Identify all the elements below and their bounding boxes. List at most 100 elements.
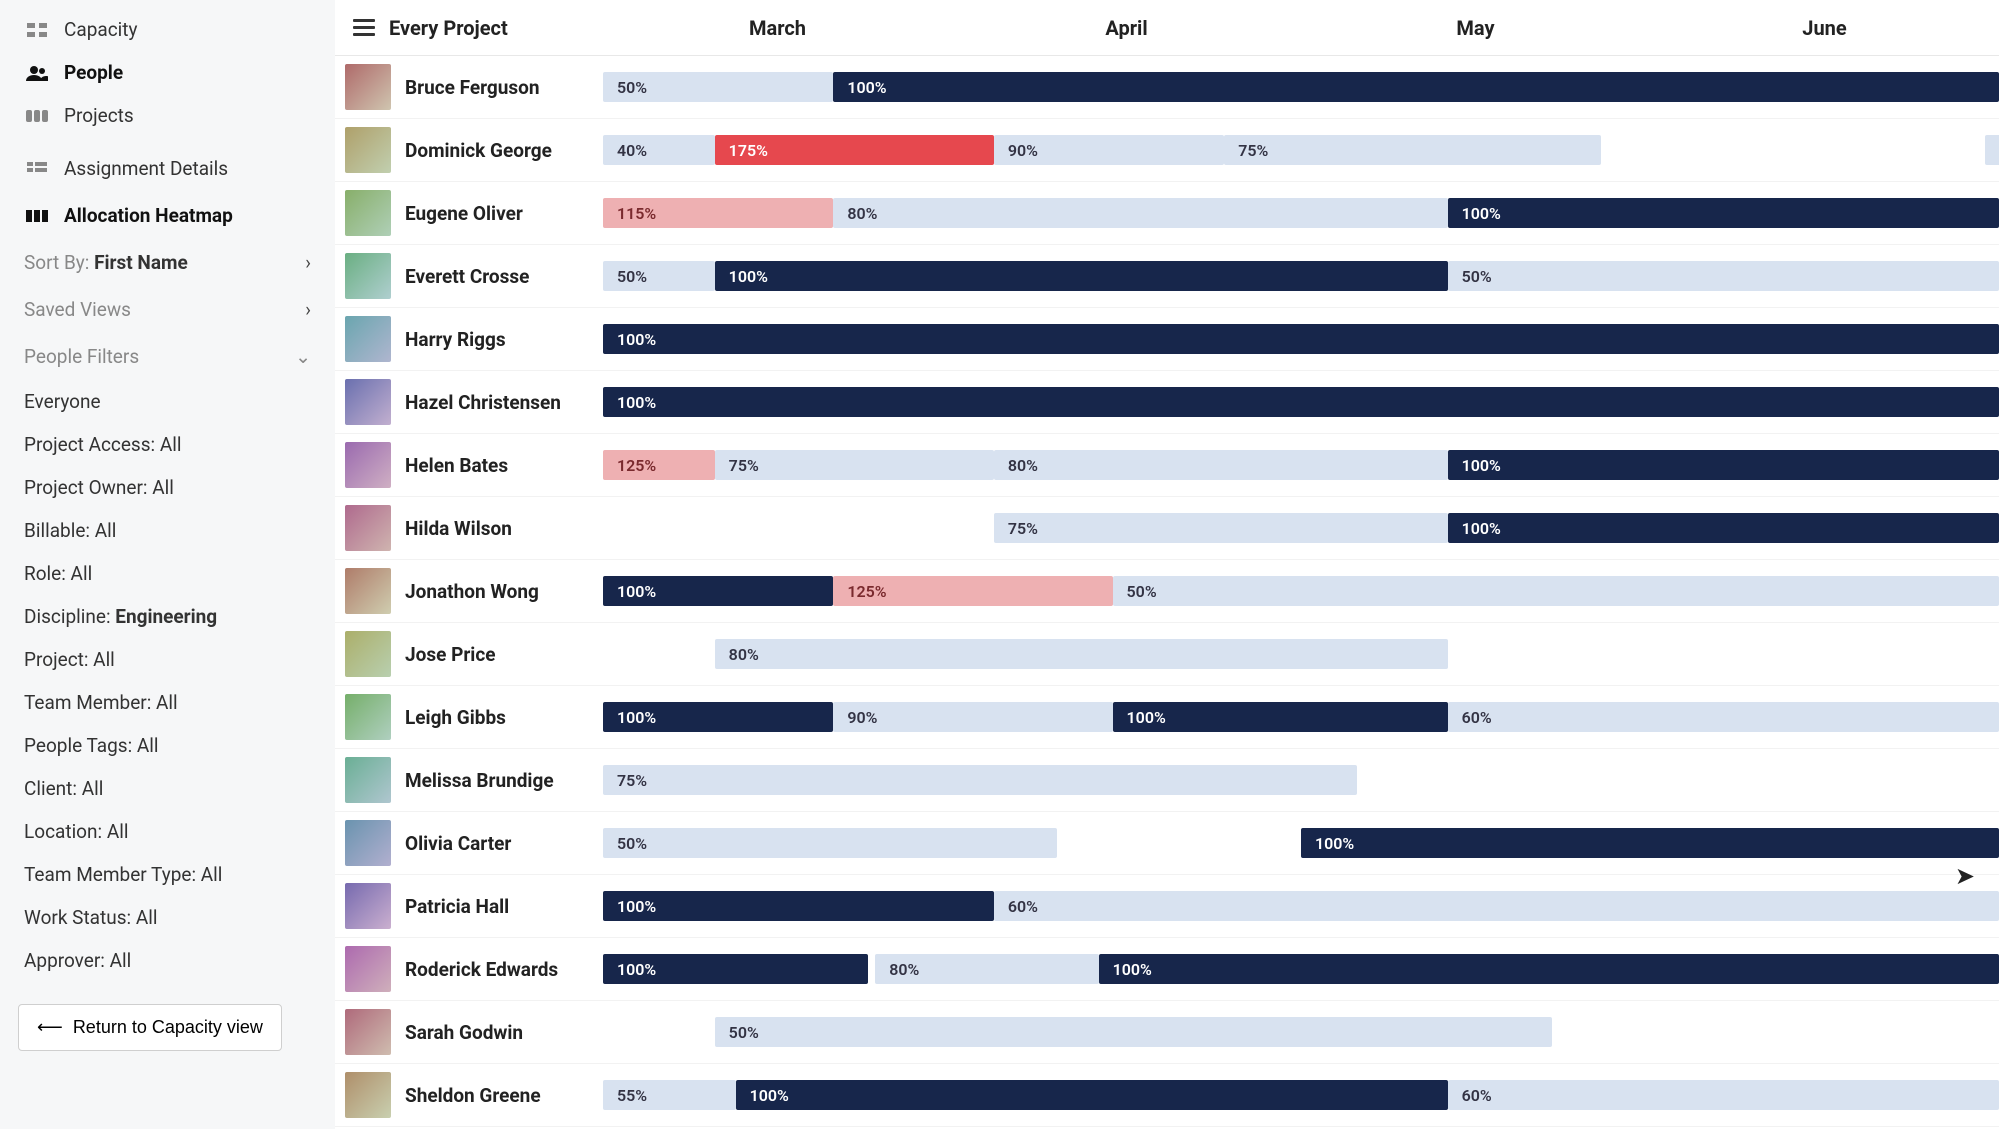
filter-project-access[interactable]: Project Access: All [0, 423, 335, 466]
allocation-segment[interactable]: 90% [994, 135, 1224, 165]
person-cell[interactable]: Eugene Oliver [335, 190, 603, 236]
person-cell[interactable]: Roderick Edwards [335, 946, 603, 992]
allocation-segment[interactable]: 125% [833, 576, 1112, 606]
allocation-segment[interactable]: 100% [1099, 954, 1999, 984]
nav-people[interactable]: People [0, 51, 335, 94]
timeline-track: 75%100% [603, 513, 1999, 543]
allocation-segment[interactable]: 75% [1224, 135, 1601, 165]
person-cell[interactable]: Patricia Hall [335, 883, 603, 929]
allocation-segment[interactable]: 100% [1448, 450, 1999, 480]
avatar [345, 1009, 391, 1055]
person-name: Jonathon Wong [405, 580, 539, 603]
allocation-segment[interactable]: 50% [1113, 576, 1999, 606]
arrow-left-icon: ⟵ [37, 1017, 63, 1038]
filter-people-tags[interactable]: People Tags: All [0, 724, 335, 767]
allocation-segment[interactable]: 75% [994, 513, 1448, 543]
person-name: Hilda Wilson [405, 517, 512, 540]
person-name: Leigh Gibbs [405, 706, 506, 729]
allocation-segment[interactable]: 80% [875, 954, 1098, 984]
person-cell[interactable]: Jose Price [335, 631, 603, 677]
filter-team-member-type[interactable]: Team Member Type: All [0, 853, 335, 896]
details-icon [24, 159, 50, 179]
return-to-capacity-button[interactable]: ⟵ Return to Capacity view [18, 1004, 282, 1051]
person-cell[interactable]: Melissa Brundige [335, 757, 603, 803]
filter-team-member[interactable]: Team Member: All [0, 681, 335, 724]
allocation-segment[interactable]: 75% [715, 450, 994, 480]
filter-project[interactable]: Project: All [0, 638, 335, 681]
allocation-segment[interactable]: 55% [603, 1080, 736, 1110]
allocation-segment[interactable]: 80% [833, 198, 1447, 228]
chevron-right-icon: › [305, 251, 311, 274]
allocation-segment[interactable]: 115% [603, 198, 833, 228]
filter-everyone[interactable]: Everyone [0, 380, 335, 423]
filter-role[interactable]: Role: All [0, 552, 335, 595]
allocation-segment[interactable]: 100% [603, 891, 994, 921]
person-name: Roderick Edwards [405, 958, 558, 981]
person-cell[interactable]: Leigh Gibbs [335, 694, 603, 740]
person-cell[interactable]: Harry Riggs [335, 316, 603, 362]
person-cell[interactable]: Helen Bates [335, 442, 603, 488]
filter-client[interactable]: Client: All [0, 767, 335, 810]
hamburger-icon[interactable] [353, 19, 375, 36]
allocation-segment[interactable]: 80% [715, 639, 1448, 669]
allocation-segment[interactable]: 175% [715, 135, 994, 165]
allocation-segment[interactable]: 90% [833, 702, 1112, 732]
nav-capacity[interactable]: Capacity [0, 8, 335, 51]
subnav-allocation-heatmap[interactable]: Allocation Heatmap [0, 192, 335, 239]
person-cell[interactable]: Sarah Godwin [335, 1009, 603, 1055]
allocation-segment[interactable]: 100% [736, 1080, 1448, 1110]
person-cell[interactable]: Bruce Ferguson [335, 64, 603, 110]
allocation-segment[interactable]: 60% [1448, 702, 1999, 732]
sort-by-selector[interactable]: Sort By: First Name › [0, 239, 335, 286]
allocation-segment[interactable]: 40% [603, 135, 715, 165]
allocation-segment[interactable]: 75% [603, 765, 1357, 795]
person-cell[interactable]: Sheldon Greene [335, 1072, 603, 1118]
allocation-segment[interactable]: 80% [994, 450, 1448, 480]
project-scope-label[interactable]: Every Project [389, 16, 508, 40]
person-name: Melissa Brundige [405, 769, 554, 792]
allocation-segment[interactable]: 100% [603, 387, 1999, 417]
allocation-segment[interactable]: 100% [603, 324, 1999, 354]
person-cell[interactable]: Dominick George [335, 127, 603, 173]
nav-projects[interactable]: Projects [0, 94, 335, 137]
allocation-segment[interactable]: 100% [1448, 513, 1999, 543]
allocation-segment[interactable]: 50% [1448, 261, 1999, 291]
allocation-row: Eugene Oliver115%80%100% [335, 182, 1999, 245]
person-cell[interactable]: Hilda Wilson [335, 505, 603, 551]
allocation-segment[interactable]: 50% [603, 261, 715, 291]
allocation-segment[interactable]: 100% [715, 261, 1448, 291]
allocation-segment[interactable]: 50% [603, 72, 833, 102]
allocation-segment[interactable]: 100% [1448, 198, 1999, 228]
person-cell[interactable]: Olivia Carter [335, 820, 603, 866]
allocation-segment[interactable]: 100% [833, 72, 1999, 102]
allocation-segment[interactable]: 60% [994, 891, 1999, 921]
person-cell[interactable]: Everett Crosse [335, 253, 603, 299]
avatar [345, 190, 391, 236]
allocation-segment[interactable]: 100% [1113, 702, 1448, 732]
people-filters-toggle[interactable]: People Filters ⌄ [0, 333, 335, 380]
allocation-segment[interactable]: 100% [603, 954, 868, 984]
timeline-track: 115%80%100% [603, 198, 1999, 228]
filter-project-owner[interactable]: Project Owner: All [0, 466, 335, 509]
timeline-track: 100%90%100%60% [603, 702, 1999, 732]
person-cell[interactable]: Jonathon Wong [335, 568, 603, 614]
allocation-segment[interactable]: 100% [1301, 828, 1999, 858]
allocation-segment[interactable]: 125% [603, 450, 715, 480]
saved-views[interactable]: Saved Views › [0, 286, 335, 333]
allocation-segment[interactable]: 60% [1448, 1080, 1999, 1110]
filter-location[interactable]: Location: All [0, 810, 335, 853]
allocation-segment[interactable]: 100% [603, 576, 833, 606]
avatar [345, 820, 391, 866]
allocation-segment[interactable]: 50 [1985, 135, 1999, 165]
filter-billable[interactable]: Billable: All [0, 509, 335, 552]
allocation-segment[interactable]: 50% [603, 828, 1057, 858]
filter-approver[interactable]: Approver: All [0, 939, 335, 982]
filter-discipline-value: Engineering [115, 605, 217, 628]
allocation-segment[interactable]: 50% [715, 1017, 1553, 1047]
person-cell[interactable]: Hazel Christensen [335, 379, 603, 425]
allocation-segment[interactable]: 100% [603, 702, 833, 732]
avatar [345, 883, 391, 929]
filter-discipline[interactable]: Discipline: Engineering [0, 595, 335, 638]
subnav-assignment-details[interactable]: Assignment Details [0, 145, 335, 192]
filter-work-status[interactable]: Work Status: All [0, 896, 335, 939]
